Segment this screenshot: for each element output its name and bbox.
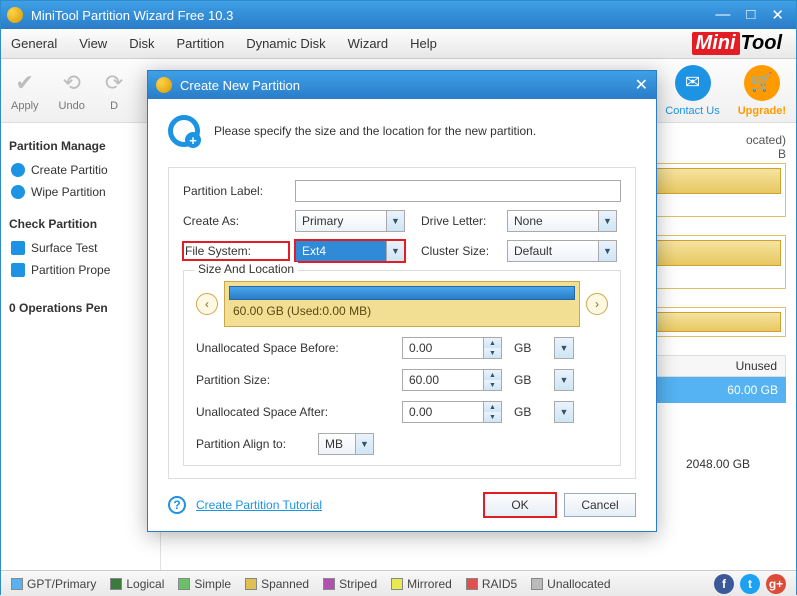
- minimize-button[interactable]: —: [715, 6, 730, 24]
- label-align: Partition Align to:: [196, 437, 312, 451]
- cancel-button[interactable]: Cancel: [564, 493, 636, 517]
- menu-view[interactable]: View: [79, 36, 107, 51]
- sidebar-item-create-partition[interactable]: Create Partitio: [9, 159, 152, 181]
- properties-icon: [11, 263, 25, 277]
- menu-bar: General View Disk Partition Dynamic Disk…: [1, 29, 796, 59]
- operations-pending: 0 Operations Pen: [9, 301, 152, 315]
- size-nav-left[interactable]: ‹: [196, 293, 218, 315]
- unit-select[interactable]: ▼: [554, 337, 574, 359]
- upgrade-button[interactable]: 🛒Upgrade!: [738, 65, 786, 117]
- chevron-down-icon: ▼: [386, 211, 404, 231]
- size-legend: Size And Location: [194, 262, 298, 276]
- create-partition-dialog: Create New Partition ✕ Please specify th…: [147, 70, 657, 532]
- menu-partition[interactable]: Partition: [176, 36, 224, 51]
- size-bar-text: 60.00 GB (Used:0.00 MB): [225, 300, 579, 322]
- dialog-icon: [156, 77, 172, 93]
- label-space-before: Unallocated Space Before:: [196, 341, 396, 355]
- unit-gb: GB: [508, 405, 548, 419]
- tutorial-link[interactable]: Create Partition Tutorial: [196, 498, 322, 512]
- sidebar-item-wipe-partition[interactable]: Wipe Partition: [9, 181, 152, 203]
- align-select[interactable]: MB▼: [318, 433, 374, 455]
- create-as-select[interactable]: Primary▼: [295, 210, 405, 232]
- twitter-icon[interactable]: t: [740, 574, 760, 594]
- dialog-title: Create New Partition: [180, 78, 300, 93]
- dialog-intro: Please specify the size and the location…: [214, 124, 536, 138]
- chevron-down-icon: ▼: [598, 241, 616, 261]
- undo-icon: ⟲: [62, 70, 80, 96]
- create-icon: [11, 163, 25, 177]
- legend-gpt: GPT/Primary: [11, 577, 96, 591]
- dialog-title-bar: Create New Partition ✕: [148, 71, 656, 99]
- label-drive-letter: Drive Letter:: [411, 214, 501, 228]
- sidebar-header-check: Check Partition: [9, 217, 152, 231]
- contact-button[interactable]: ✉Contact Us: [665, 65, 719, 117]
- apply-button[interactable]: ✔Apply: [11, 70, 39, 112]
- size-location-group: Size And Location ‹ 60.00 GB (Used:0.00 …: [183, 270, 621, 466]
- space-after-input[interactable]: 0.00▲▼: [402, 401, 502, 423]
- space-before-input[interactable]: 0.00▲▼: [402, 337, 502, 359]
- unit-gb: GB: [508, 373, 548, 387]
- sidebar: Partition Manage Create Partitio Wipe Pa…: [1, 123, 161, 570]
- maximize-button[interactable]: □: [746, 6, 755, 24]
- sidebar-item-surface-test[interactable]: Surface Test: [9, 237, 152, 259]
- help-icon[interactable]: ?: [168, 496, 186, 514]
- unit-select[interactable]: ▼: [554, 369, 574, 391]
- menu-dynamic-disk[interactable]: Dynamic Disk: [246, 36, 325, 51]
- chevron-down-icon: ▼: [598, 211, 616, 231]
- legend-mirrored: Mirrored: [391, 577, 452, 591]
- unit-gb: GB: [508, 341, 548, 355]
- title-bar: MiniTool Partition Wizard Free 10.3 — □ …: [1, 1, 796, 29]
- facebook-icon[interactable]: f: [714, 574, 734, 594]
- status-bar: GPT/Primary Logical Simple Spanned Strip…: [1, 570, 796, 596]
- window-title: MiniTool Partition Wizard Free 10.3: [31, 8, 715, 23]
- legend-spanned: Spanned: [245, 577, 309, 591]
- dialog-close-button[interactable]: ✕: [635, 75, 648, 95]
- label-create-as: Create As:: [183, 214, 289, 228]
- app-icon: [7, 7, 23, 23]
- legend-striped: Striped: [323, 577, 377, 591]
- surface-icon: [11, 241, 25, 255]
- menu-help[interactable]: Help: [410, 36, 437, 51]
- close-button[interactable]: ✕: [771, 6, 784, 24]
- size-nav-right[interactable]: ›: [586, 293, 608, 315]
- cluster-size-select[interactable]: Default▼: [507, 240, 617, 262]
- menu-wizard[interactable]: Wizard: [348, 36, 388, 51]
- menu-disk[interactable]: Disk: [129, 36, 154, 51]
- brand-logo: MiniTool: [692, 32, 782, 55]
- partition-label-input[interactable]: [295, 180, 621, 202]
- check-icon: ✔: [16, 70, 34, 96]
- sidebar-header-manage: Partition Manage: [9, 139, 152, 153]
- label-space-after: Unallocated Space After:: [196, 405, 396, 419]
- undo-button[interactable]: ⟲Undo: [59, 70, 85, 112]
- dialog-form: Partition Label: Create As: Primary▼ Dri…: [168, 167, 636, 479]
- partition-size-input[interactable]: 60.00▲▼: [402, 369, 502, 391]
- file-system-select[interactable]: Ext4▼: [295, 240, 405, 262]
- label-cluster-size: Cluster Size:: [411, 244, 501, 258]
- cart-icon: 🛒: [744, 65, 780, 101]
- google-plus-icon[interactable]: g+: [766, 574, 786, 594]
- col-unused: Unused: [685, 359, 785, 373]
- mail-icon: ✉: [675, 65, 711, 101]
- discard-icon: ⟳: [105, 70, 123, 96]
- discard-button[interactable]: ⟳D: [105, 70, 123, 112]
- unit-select[interactable]: ▼: [554, 401, 574, 423]
- menu-general[interactable]: General: [11, 36, 57, 51]
- legend-logical: Logical: [110, 577, 164, 591]
- legend-raid5: RAID5: [466, 577, 517, 591]
- label-file-system: File System:: [183, 242, 289, 260]
- chevron-down-icon: ▼: [386, 241, 404, 261]
- label-partition-label: Partition Label:: [183, 184, 289, 198]
- create-partition-glyph: [168, 115, 200, 147]
- sidebar-item-partition-properties[interactable]: Partition Prope: [9, 259, 152, 281]
- drive-letter-select[interactable]: None▼: [507, 210, 617, 232]
- legend-unallocated: Unallocated: [531, 577, 610, 591]
- label-partition-size: Partition Size:: [196, 373, 396, 387]
- ok-button[interactable]: OK: [484, 493, 556, 517]
- legend-simple: Simple: [178, 577, 231, 591]
- chevron-down-icon: ▼: [355, 434, 373, 454]
- wipe-icon: [11, 185, 25, 199]
- size-bar[interactable]: 60.00 GB (Used:0.00 MB): [224, 281, 580, 327]
